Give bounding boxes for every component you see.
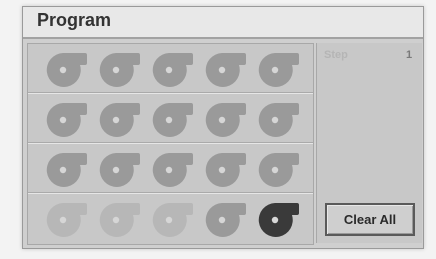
fan-icon [205, 53, 246, 87]
pad-button[interactable] [199, 100, 249, 138]
fan-icon [258, 53, 299, 87]
page-title: Program [37, 10, 112, 30]
fan-icon [152, 203, 193, 237]
pad-button[interactable] [146, 200, 196, 238]
fan-icon [46, 53, 87, 87]
fan-icon [46, 203, 87, 237]
fan-icon [152, 153, 193, 187]
pad-row [28, 144, 313, 194]
fan-icon [258, 203, 299, 237]
fan-icon [46, 103, 87, 137]
fan-icon [152, 53, 193, 87]
fan-icon [99, 153, 140, 187]
pad-button[interactable] [40, 200, 90, 238]
pad-button[interactable] [93, 50, 143, 88]
fan-icon [258, 103, 299, 137]
fan-icon [205, 153, 246, 187]
pad-row [28, 94, 313, 144]
pad-button[interactable] [93, 100, 143, 138]
pad-row [28, 44, 313, 94]
pad-button[interactable] [40, 100, 90, 138]
fan-icon [99, 103, 140, 137]
side-panel: Step 1 Clear All [316, 43, 422, 243]
pad-button[interactable] [146, 50, 196, 88]
fan-icon [46, 153, 87, 187]
pad-button[interactable] [146, 150, 196, 188]
step-value: 1 [406, 49, 413, 61]
pad-button[interactable] [199, 50, 249, 88]
pad-button[interactable] [93, 200, 143, 238]
fan-icon [205, 203, 246, 237]
fan-icon [99, 203, 140, 237]
title-bar: Program [23, 7, 423, 39]
fan-icon [205, 103, 246, 137]
pad-row [28, 194, 313, 243]
pad-button[interactable] [40, 150, 90, 188]
pad-button[interactable] [199, 150, 249, 188]
pad-grid [27, 43, 314, 245]
step-label: Step [324, 49, 348, 61]
fan-icon [99, 53, 140, 87]
pad-button[interactable] [40, 50, 90, 88]
pad-button[interactable] [252, 50, 302, 88]
pad-button[interactable] [252, 100, 302, 138]
pad-button[interactable] [252, 200, 302, 238]
clear-all-button[interactable]: Clear All [325, 203, 415, 236]
pad-button[interactable] [146, 100, 196, 138]
pad-button[interactable] [93, 150, 143, 188]
pad-button[interactable] [199, 200, 249, 238]
fan-icon [258, 153, 299, 187]
fan-icon [152, 103, 193, 137]
pad-button[interactable] [252, 150, 302, 188]
program-panel: Program Step 1 Clear All [22, 6, 424, 249]
